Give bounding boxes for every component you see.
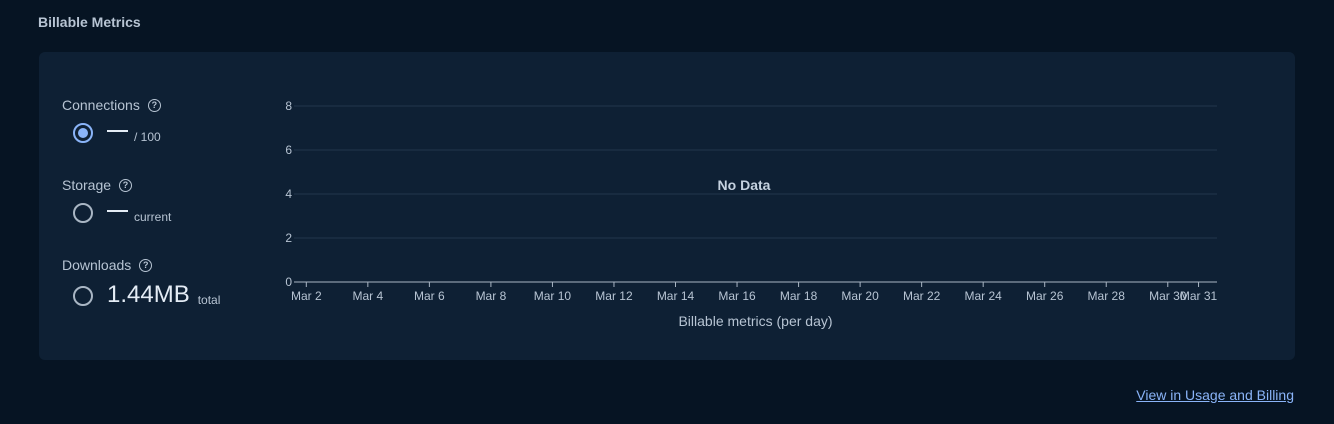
x-tick-label: Mar 2 — [291, 289, 322, 303]
x-tick-label: Mar 16 — [718, 289, 756, 303]
x-tick-label: Mar 31 — [1180, 289, 1218, 303]
x-tick-label: Mar 8 — [476, 289, 507, 303]
x-tick-label: Mar 24 — [964, 289, 1002, 303]
y-tick-label: 0 — [285, 275, 292, 289]
x-tick-label: Mar 10 — [534, 289, 572, 303]
y-tick-label: 6 — [285, 143, 292, 157]
x-tick-label: Mar 28 — [1088, 289, 1126, 303]
x-tick-label: Mar 4 — [352, 289, 383, 303]
x-tick-label: Mar 26 — [1026, 289, 1064, 303]
y-tick-label: 4 — [285, 187, 292, 201]
x-tick-label: Mar 18 — [780, 289, 818, 303]
section-title: Billable Metrics — [38, 14, 141, 30]
y-tick-label: 2 — [285, 231, 292, 245]
x-tick-label: Mar 12 — [595, 289, 633, 303]
x-tick-label: Mar 14 — [657, 289, 695, 303]
x-tick-label: Mar 6 — [414, 289, 445, 303]
billable-metrics-chart: 0 2 4 6 8 Mar 2 Mar 4 Mar 6 Mar 8 Mar 10 Mar 12 Mar… — [285, 99, 1218, 329]
x-axis-label: Billable metrics (per day) — [678, 313, 832, 329]
billable-metrics-card: Connections ? / 100 Storage ? current Do… — [39, 52, 1295, 360]
x-tick-label: Mar 22 — [903, 289, 941, 303]
view-usage-billing-link[interactable]: View in Usage and Billing — [1136, 387, 1294, 403]
x-tick-label: Mar 20 — [841, 289, 879, 303]
no-data-label: No Data — [718, 177, 771, 193]
y-tick-label: 8 — [285, 99, 292, 113]
